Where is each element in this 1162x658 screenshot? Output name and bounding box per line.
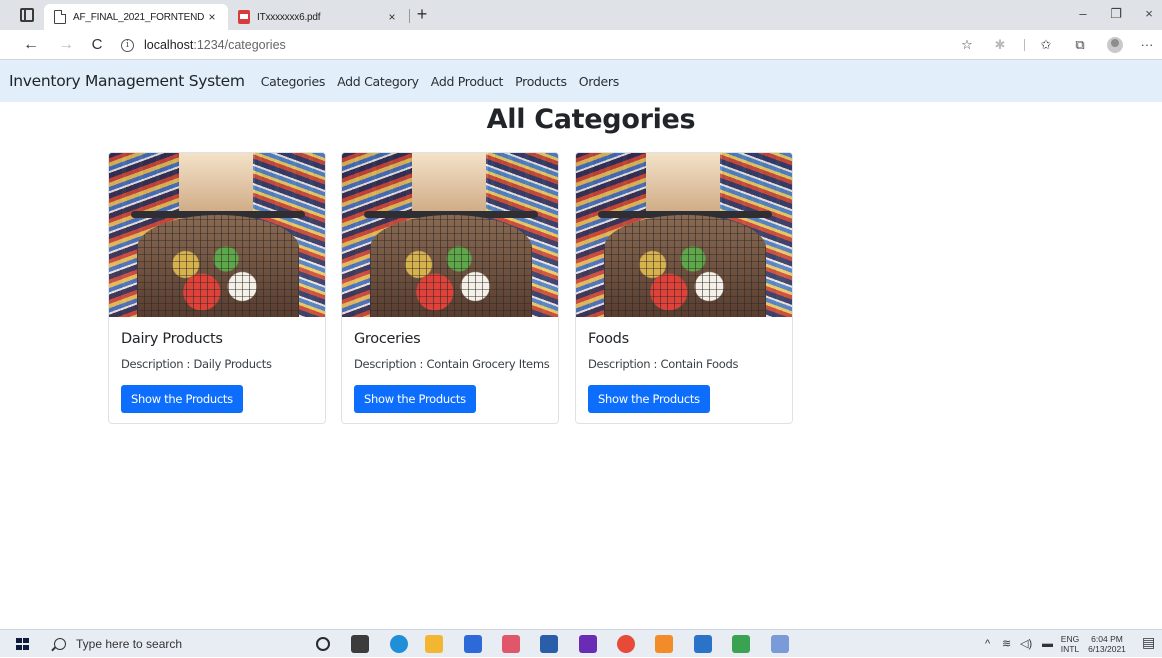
app-icon[interactable] <box>732 635 750 653</box>
card-title: Groceries <box>354 331 421 347</box>
tab-actions-icon[interactable] <box>20 8 34 22</box>
address-bar-row: ← → C i localhost:1234/categories ☆ ✱ ✩ … <box>0 30 1162 60</box>
profile-avatar[interactable] <box>1107 37 1123 53</box>
search-icon <box>54 638 66 650</box>
nav-link-add-category[interactable]: Add Category <box>337 74 419 89</box>
reload-button[interactable]: C <box>86 34 108 56</box>
close-window-button[interactable]: × <box>1136 4 1162 24</box>
clock-time: 6:04 PM <box>1091 634 1123 644</box>
favorites-icon[interactable]: ✩ <box>1037 37 1055 53</box>
page-icon <box>54 10 66 24</box>
minimize-button[interactable]: – <box>1070 4 1096 24</box>
file-explorer-icon[interactable] <box>425 635 443 653</box>
category-card: Dairy Products Description : Daily Produ… <box>108 152 326 424</box>
show-products-button[interactable]: Show the Products <box>588 385 710 413</box>
tab-close-icon[interactable]: × <box>204 10 220 24</box>
webstorm-icon[interactable] <box>540 635 558 653</box>
clock-date: 6/13/2021 <box>1088 644 1126 654</box>
windows-taskbar: Type here to search ^ ≋ ◁) ▬ ENG INTL 6:… <box>0 629 1162 657</box>
network-icon[interactable]: ≋ <box>1002 638 1011 650</box>
card-description: Description : Daily Products <box>121 357 272 371</box>
browser-tab-pdf[interactable]: ITxxxxxxx6.pdf × <box>228 4 408 30</box>
back-button[interactable]: ← <box>20 34 42 56</box>
show-products-button[interactable]: Show the Products <box>354 385 476 413</box>
tab-divider <box>409 9 410 23</box>
maximize-button[interactable]: ❐ <box>1103 4 1129 24</box>
word-icon[interactable] <box>694 635 712 653</box>
url-host: localhost <box>144 38 194 52</box>
nav-link-add-product[interactable]: Add Product <box>431 74 504 89</box>
category-image <box>342 153 558 317</box>
tray-chevron-icon[interactable]: ^ <box>985 638 990 650</box>
more-options-icon[interactable]: ··· <box>1138 37 1156 53</box>
card-description: Description : Contain Foods <box>588 357 739 371</box>
nav-link-products[interactable]: Products <box>515 74 567 89</box>
store-icon[interactable] <box>464 635 482 653</box>
notifications-icon[interactable]: ▤ <box>1142 635 1155 649</box>
language-bottom: INTL <box>1060 644 1080 654</box>
intellij-icon[interactable] <box>579 635 597 653</box>
info-icon[interactable]: i <box>121 38 134 52</box>
tab-title: AF_FINAL_2021_FORNTEND <box>73 11 204 23</box>
collections-icon[interactable]: ⧉ <box>1071 37 1089 53</box>
category-card: Groceries Description : Contain Grocery … <box>341 152 559 424</box>
clock[interactable]: 6:04 PM 6/13/2021 <box>1084 634 1130 654</box>
firefox-icon[interactable] <box>655 635 673 653</box>
tab-title: ITxxxxxxx6.pdf <box>257 11 321 23</box>
add-favorite-icon[interactable]: ☆ <box>958 37 976 53</box>
category-image <box>109 153 325 317</box>
search-placeholder: Type here to search <box>76 637 183 651</box>
widgets-icon[interactable] <box>351 635 369 653</box>
chrome-icon[interactable] <box>617 635 635 653</box>
battery-icon[interactable]: ▬ <box>1042 638 1053 650</box>
paint-icon[interactable] <box>502 635 520 653</box>
tab-close-icon[interactable]: × <box>384 10 400 24</box>
browser-tab-strip: AF_FINAL_2021_FORNTEND × ITxxxxxxx6.pdf … <box>0 0 1162 30</box>
browser-tab-active[interactable]: AF_FINAL_2021_FORNTEND × <box>44 4 228 30</box>
windows-start-icon[interactable] <box>16 638 29 650</box>
new-tab-button[interactable]: + <box>412 4 432 26</box>
edge-icon[interactable] <box>390 635 408 653</box>
url-field[interactable]: i localhost:1234/categories <box>115 33 985 57</box>
taskbar-search[interactable]: Type here to search <box>44 630 302 658</box>
nav-link-categories[interactable]: Categories <box>261 74 326 89</box>
url-path: :1234/categories <box>193 38 286 52</box>
language-indicator[interactable]: ENG INTL <box>1058 634 1082 654</box>
toolbar-divider <box>1024 39 1025 51</box>
category-image <box>576 153 792 317</box>
extension-icon[interactable]: ✱ <box>991 37 1009 53</box>
nav-link-orders[interactable]: Orders <box>579 74 620 89</box>
task-view-icon[interactable] <box>316 637 330 651</box>
card-title: Dairy Products <box>121 331 223 347</box>
navbar-brand[interactable]: Inventory Management System <box>9 72 245 90</box>
pdf-icon <box>238 10 250 24</box>
page-title: All Categories <box>486 104 696 135</box>
forward-button[interactable]: → <box>55 34 77 56</box>
remote-icon[interactable] <box>771 635 789 653</box>
card-title: Foods <box>588 331 629 347</box>
volume-icon[interactable]: ◁) <box>1020 638 1032 650</box>
url-text: localhost:1234/categories <box>144 38 286 52</box>
show-products-button[interactable]: Show the Products <box>121 385 243 413</box>
language-top: ENG <box>1060 634 1080 644</box>
category-card: Foods Description : Contain Foods Show t… <box>575 152 793 424</box>
card-description: Description : Contain Grocery Items <box>354 357 550 371</box>
app-navbar: Inventory Management System Categories A… <box>0 60 1162 102</box>
